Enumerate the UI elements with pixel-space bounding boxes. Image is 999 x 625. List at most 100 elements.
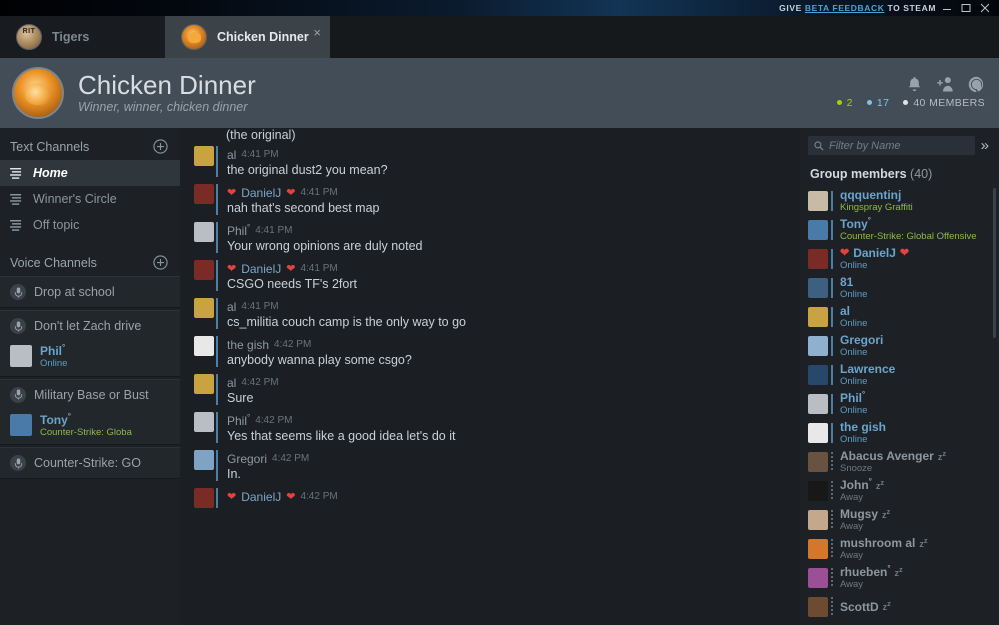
member-status: Online [840,405,868,416]
close-tab-icon[interactable]: × [313,26,321,39]
message-author[interactable]: Gregori [227,451,267,466]
page-title: Chicken Dinner [78,69,256,100]
status-accent [831,335,833,356]
avatar [194,260,218,291]
list-item[interactable]: John° zz Away [808,476,999,505]
bell-icon[interactable] [907,76,922,92]
chevron-double-right-icon[interactable]: » [981,138,993,153]
message-author[interactable]: al [227,299,236,314]
message-author[interactable]: Phil° [227,223,250,238]
member-name: qqquentinj [840,188,902,203]
message-author[interactable]: DanielJ [241,489,281,504]
list-item[interactable]: Phil° Online [808,389,999,418]
list-item[interactable]: mushroom al zz Away [808,534,999,563]
tab-tigers[interactable]: Tigers [0,16,165,58]
sidebar-item-home[interactable]: Home [0,160,180,186]
message-timestamp: 4:41 PM [255,224,293,236]
add-friend-icon[interactable] [936,76,954,92]
search-placeholder: Filter by Name [829,139,901,152]
channel-label: Don't let Zach drive [34,319,142,333]
steam-chat-window: GIVE BETA FEEDBACK TO STEAM Tigers Chick… [0,0,999,625]
message-text: cs_militia couch camp is the only way to… [227,315,466,329]
message-timestamp: 4:42 PM [300,490,338,502]
members-scrollbar[interactable] [993,188,996,623]
list-item[interactable]: ❤ DanielJ ❤ Online [808,244,999,273]
status-accent [831,219,833,240]
avatar [808,480,828,501]
member-name: Phil° [840,390,866,406]
maximize-icon[interactable] [961,3,971,13]
tab-strip: Tigers Chicken Dinner × [0,16,999,58]
status-accent [831,596,833,617]
search-input[interactable]: Filter by Name [808,136,975,155]
message-author[interactable]: DanielJ [241,261,281,276]
text-channel-icon [10,219,24,231]
add-voice-channel-icon[interactable] [153,255,168,270]
status-accent [831,480,833,501]
to-steam-label: TO STEAM [887,3,936,13]
chat-message: al 4:42 PM Sure [194,370,786,408]
minimize-icon[interactable] [942,3,952,13]
message-author[interactable]: Phil° [227,413,250,428]
chat-message-area[interactable]: (the original) al 4:41 PM the original d… [180,128,800,625]
voice-channel-military-base-or-bust[interactable]: Military Base or Bust Tony° Counter-Stri… [0,378,180,446]
beta-feedback-link[interactable]: BETA FEEDBACK [805,3,885,13]
heart-icon: ❤ [840,246,850,259]
list-item[interactable]: ScottD zz [808,592,999,621]
channel-sidebar: Text Channels Home Winner's Circle Off t… [0,128,180,625]
message-author[interactable]: DanielJ [241,185,281,200]
add-text-channel-icon[interactable] [153,139,168,154]
avatar [808,248,828,269]
list-item[interactable]: qqquentinj Kingspray Graffiti [808,186,999,215]
settings-icon[interactable] [968,76,985,92]
away-zzz-icon: zz [882,599,891,613]
chat-message: ❤ DanielJ ❤ 4:41 PM nah that's second be… [194,180,786,218]
window-controls [942,3,990,13]
voice-channel-user[interactable]: Tony° Counter-Strike: Globa [0,410,180,445]
avatar [808,538,828,559]
members-scrollbar-thumb[interactable] [993,188,996,338]
away-zzz-icon: zz [882,506,891,520]
sidebar-item-winner-s-circle[interactable]: Winner's Circle [0,186,180,212]
message-text: anybody wanna play some csgo? [227,353,412,367]
voice-channel-drop-at-school[interactable]: Drop at school [0,276,180,308]
close-icon[interactable] [980,3,990,13]
in-game-count: 2 [836,97,853,109]
voice-channel-don-t-let-zach-drive[interactable]: Don't let Zach drive Phil° Online [0,310,180,377]
sidebar-item-off-topic[interactable]: Off topic [0,212,180,238]
list-item[interactable]: al Online [808,302,999,331]
member-list[interactable]: qqquentinj Kingspray Graffiti Tony° Coun… [800,186,999,625]
group-members-count: (40) [910,167,933,181]
status-accent [831,248,833,269]
list-item[interactable]: 81 Online [808,273,999,302]
message-author[interactable]: al [227,375,236,390]
window-title-bar: GIVE BETA FEEDBACK TO STEAM [0,0,999,16]
message-author[interactable]: the gish [227,337,269,352]
list-item[interactable]: Abacus Avenger zz Snooze [808,447,999,476]
list-item[interactable]: Tony° Counter-Strike: Global Offensive [808,215,999,244]
list-item[interactable]: Gregori Online [808,331,999,360]
channel-label: Drop at school [34,285,115,299]
members-dot [903,100,909,105]
message-author[interactable]: al [227,147,236,162]
member-filter-bar: Filter by Name » [800,128,999,161]
online-count: 17 [866,97,889,109]
voice-channel-counter-strike-go[interactable]: Counter-Strike: GO [0,447,180,480]
microphone-icon [10,386,26,403]
avatar [808,422,828,443]
avatar [808,277,828,298]
list-item[interactable]: rhueben° zz Away [808,563,999,592]
list-item[interactable]: the gish Online [808,418,999,447]
avatar [808,190,828,211]
voice-channel-user[interactable]: Phil° Online [0,341,180,376]
list-item[interactable]: Lawrence Online [808,360,999,389]
tab-chicken-dinner[interactable]: Chicken Dinner × [165,16,330,58]
member-status: Online [840,260,868,271]
status-accent [831,422,833,443]
status-accent [831,509,833,530]
in-game-dot [836,100,842,105]
avatar [194,374,218,405]
list-item[interactable]: Mugsy zz Away [808,505,999,534]
group-avatar [12,67,64,119]
member-status: Away [840,521,864,532]
